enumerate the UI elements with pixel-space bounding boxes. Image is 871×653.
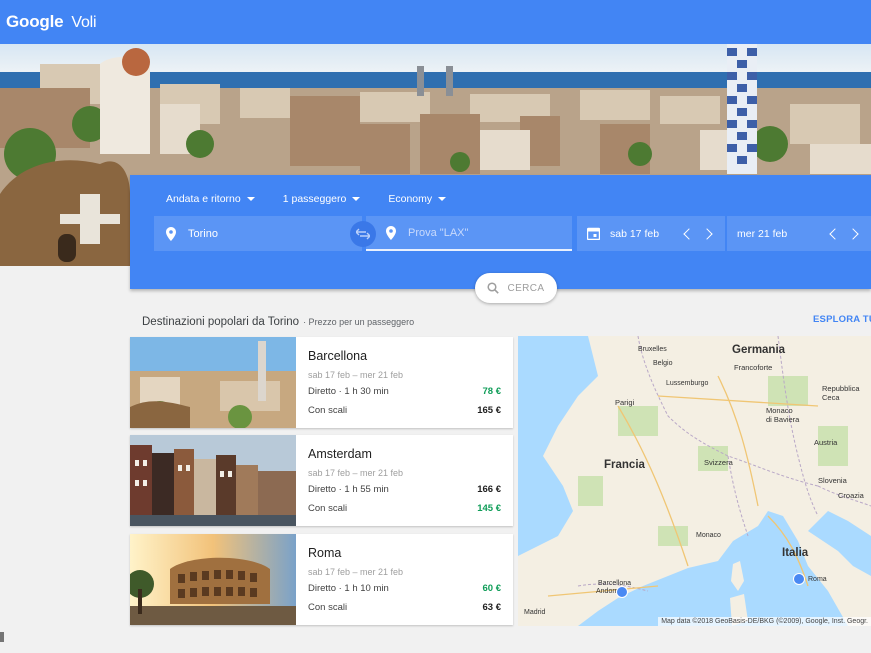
direct-flight-row: Diretto · 1 h 30 min 78 € bbox=[308, 386, 501, 397]
map-label-francoforte: Francoforte bbox=[734, 363, 773, 372]
flight-search-panel: Andata e ritorno 1 passeggero Economy To… bbox=[130, 175, 871, 289]
section-title: Destinazioni popolari da Torino bbox=[142, 316, 300, 328]
trip-type-dropdown[interactable]: Andata e ritorno bbox=[166, 193, 255, 205]
direct-flight-info: Diretto · 1 h 55 min bbox=[308, 484, 389, 495]
direct-flight-info: Diretto · 1 h 10 min bbox=[308, 583, 389, 594]
scroll-indicator bbox=[0, 632, 4, 642]
map-pin-roma[interactable] bbox=[793, 573, 805, 585]
swap-origin-destination-button[interactable] bbox=[350, 221, 376, 247]
stops-flight-info: Con scali bbox=[308, 503, 348, 514]
destination-photo-barcellona bbox=[130, 337, 296, 428]
destination-photo-roma bbox=[130, 534, 296, 625]
stops-flight-row: Con scali 63 € bbox=[308, 602, 501, 613]
destination-dates: sab 17 feb – mer 21 feb bbox=[308, 567, 404, 577]
stops-flight-row: Con scali 145 € bbox=[308, 503, 501, 514]
map-label-italia: Italia bbox=[782, 547, 809, 559]
destination-photo-amsterdam bbox=[130, 435, 296, 526]
direct-flight-row: Diretto · 1 h 55 min 166 € bbox=[308, 484, 501, 495]
origin-input[interactable]: Torino bbox=[154, 216, 362, 251]
return-date-field[interactable]: mer 21 feb bbox=[727, 216, 871, 251]
departure-date-field[interactable]: sab 17 feb bbox=[577, 216, 725, 251]
direct-flight-row: Diretto · 1 h 10 min 60 € bbox=[308, 583, 501, 594]
map-label-monaco-baviera: Monaco di Baviera bbox=[766, 406, 800, 424]
caret-down-icon bbox=[246, 197, 255, 201]
map-label-repubblica-ceca: Repubblica Ceca bbox=[822, 384, 860, 402]
passengers-dropdown[interactable]: 1 passeggero bbox=[283, 193, 361, 205]
destination-placeholder: Prova "LAX" bbox=[408, 226, 469, 239]
destination-dates: sab 17 feb – mer 21 feb bbox=[308, 468, 404, 478]
return-date-value: mer 21 feb bbox=[737, 227, 788, 240]
map-label-madrid: Madrid bbox=[524, 609, 546, 616]
departure-date-nav bbox=[683, 227, 713, 240]
stops-flight-price: 165 € bbox=[477, 405, 501, 416]
stops-flight-row: Con scali 165 € bbox=[308, 405, 501, 416]
map-label-croazia: Croazia bbox=[838, 491, 864, 500]
logo-google-text: Google bbox=[6, 12, 64, 31]
swap-arrows-icon bbox=[356, 228, 370, 240]
map-attribution: Map data ©2018 GeoBasis-DE/BKG (©2009), … bbox=[658, 617, 871, 626]
trip-type-label: Andata e ritorno bbox=[166, 193, 241, 205]
direct-flight-price: 78 € bbox=[482, 386, 502, 397]
direct-flight-price: 60 € bbox=[482, 583, 502, 594]
map-label-monaco: Monaco bbox=[696, 532, 721, 539]
destination-card-roma[interactable]: Roma sab 17 feb – mer 21 feb Diretto · 1… bbox=[130, 534, 513, 625]
chevron-right-icon[interactable] bbox=[847, 227, 859, 240]
popular-destinations-heading: Destinazioni popolari da Torino · Prezzo … bbox=[142, 316, 414, 328]
app-bar: Google Voli bbox=[0, 0, 871, 44]
map-label-belgio: Belgio bbox=[653, 360, 673, 367]
map-label-slovenia: Slovenia bbox=[818, 476, 847, 485]
stops-flight-price: 63 € bbox=[482, 602, 502, 613]
search-options-bar: Andata e ritorno 1 passeggero Economy bbox=[166, 193, 447, 205]
destination-city: Barcellona bbox=[308, 349, 368, 363]
chevron-right-icon[interactable] bbox=[701, 227, 713, 240]
destination-card-barcellona[interactable]: Barcellona sab 17 feb – mer 21 feb Diret… bbox=[130, 337, 513, 428]
map-pin-barcellona[interactable] bbox=[616, 586, 628, 598]
return-date-nav bbox=[829, 227, 859, 240]
map-label-roma: Roma bbox=[808, 576, 827, 583]
destinations-map[interactable]: Germania Francia Italia Svizzera Austria… bbox=[518, 336, 871, 626]
stops-flight-info: Con scali bbox=[308, 405, 348, 416]
chevron-left-icon[interactable] bbox=[683, 227, 695, 240]
destination-input[interactable]: Prova "LAX" bbox=[366, 216, 572, 251]
departure-date-value: sab 17 feb bbox=[610, 227, 660, 240]
destination-dates: sab 17 feb – mer 21 feb bbox=[308, 370, 404, 380]
map-label-barcellona: Barcellona bbox=[598, 580, 632, 587]
map-label-bruxelles: Bruxelles bbox=[638, 346, 667, 353]
caret-down-icon bbox=[438, 197, 447, 201]
origin-value: Torino bbox=[188, 227, 218, 240]
map-label-parigi: Parigi bbox=[615, 398, 635, 407]
search-button-label: CERCA bbox=[507, 282, 545, 294]
cabin-class-label: Economy bbox=[388, 193, 433, 205]
destination-city: Amsterdam bbox=[308, 447, 372, 461]
logo-product-text: Voli bbox=[71, 14, 97, 31]
map-label-lussemburgo: Lussemburgo bbox=[666, 380, 709, 387]
caret-down-icon bbox=[352, 197, 361, 201]
map-label-austria: Austria bbox=[814, 438, 838, 447]
stops-flight-price: 145 € bbox=[477, 503, 501, 514]
search-icon bbox=[487, 282, 500, 294]
direct-flight-price: 166 € bbox=[477, 484, 501, 495]
map-label-francia: Francia bbox=[604, 459, 645, 471]
chevron-left-icon[interactable] bbox=[829, 227, 841, 240]
destination-card-amsterdam[interactable]: Amsterdam sab 17 feb – mer 21 feb Dirett… bbox=[130, 435, 513, 526]
map-label-svizzera: Svizzera bbox=[704, 458, 733, 467]
direct-flight-info: Diretto · 1 h 30 min bbox=[308, 386, 389, 397]
location-pin-icon bbox=[386, 225, 396, 240]
passengers-label: 1 passeggero bbox=[282, 193, 347, 205]
calendar-icon bbox=[587, 227, 600, 240]
search-button[interactable]: CERCA bbox=[475, 273, 557, 303]
stops-flight-info: Con scali bbox=[308, 602, 348, 613]
cabin-class-dropdown[interactable]: Economy bbox=[388, 193, 447, 205]
explore-all-link[interactable]: ESPLORA TUTTO bbox=[813, 314, 871, 325]
map-label-germania: Germania bbox=[732, 344, 786, 356]
destination-city: Roma bbox=[308, 546, 342, 560]
section-subtitle: · Prezzo per un passeggero bbox=[303, 317, 415, 327]
google-flights-logo[interactable]: Google Voli bbox=[6, 12, 97, 32]
location-pin-icon bbox=[166, 226, 176, 241]
